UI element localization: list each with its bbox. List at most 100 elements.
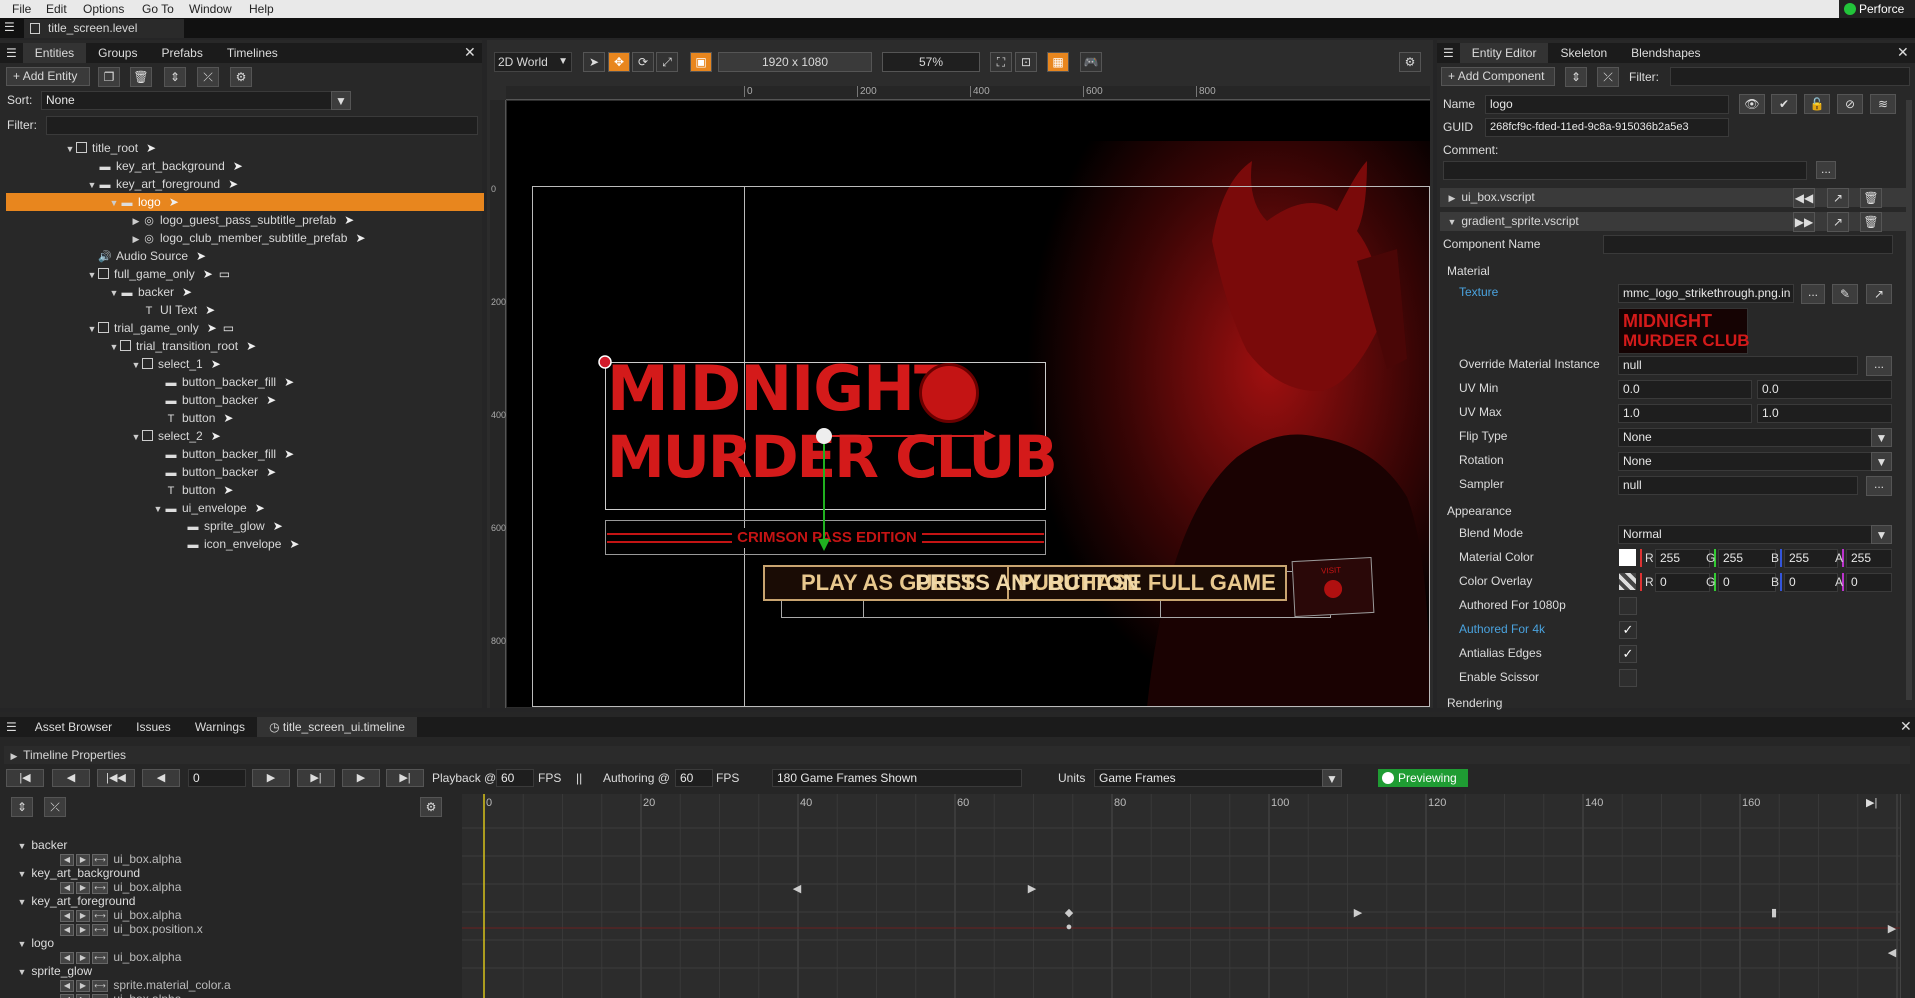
lock-icon[interactable]: 🔓 <box>1804 94 1830 114</box>
navigate-arrow-icon[interactable]: ➤ <box>266 391 276 409</box>
menu-go-to[interactable]: Go To <box>142 2 174 16</box>
rewind-icon[interactable]: ◀◀ <box>1793 188 1815 208</box>
authored-4k-checkbox[interactable]: ✓ <box>1619 621 1637 639</box>
tree-row[interactable]: ▬ button_backer_fill ➤ <box>6 445 484 463</box>
uv-min-y-field[interactable]: 0.0 <box>1757 380 1892 399</box>
chevron-down-icon[interactable]: ▼ <box>1871 452 1892 471</box>
guid-field[interactable]: 268fcf9c-fded-11ed-9c8a-915036b2a5e3 <box>1485 118 1729 137</box>
copy-icon[interactable]: ❐ <box>98 67 120 87</box>
next-frame-icon[interactable]: ▶| <box>297 769 335 787</box>
navigate-arrow-icon[interactable]: ➤ <box>266 463 276 481</box>
enable-scissor-checkbox[interactable] <box>1619 669 1637 687</box>
tab-groups[interactable]: Groups <box>86 43 149 63</box>
authored-1080p-checkbox[interactable] <box>1619 597 1637 615</box>
playback-fps-field[interactable]: 60 <box>496 769 534 787</box>
comment-icon[interactable]: ▭ <box>223 319 234 337</box>
eye-icon[interactable]: 👁 <box>1739 94 1765 114</box>
add-entity-button[interactable]: + Add Entity <box>6 67 90 86</box>
tab-blendshapes[interactable]: Blendshapes <box>1619 43 1712 63</box>
navigate-arrow-icon[interactable]: ➤ <box>223 481 233 499</box>
material-color-r[interactable]: 255 <box>1655 549 1710 568</box>
menu-options[interactable]: Options <box>83 2 124 16</box>
navigate-arrow-icon[interactable]: ➤ <box>169 193 179 211</box>
chevron-down-icon[interactable]: ▼ <box>1871 428 1892 447</box>
material-color-g[interactable]: 255 <box>1718 549 1776 568</box>
close-icon[interactable]: ✕ <box>1900 718 1912 735</box>
expand-collapse-icon[interactable]: ⇕ <box>11 797 33 817</box>
navigate-arrow-icon[interactable]: ➤ <box>255 499 265 517</box>
trash-icon[interactable]: 🗑 <box>1860 188 1882 208</box>
navigate-arrow-icon[interactable]: ➤ <box>146 139 156 157</box>
edit-icon[interactable]: ✎ <box>1832 284 1858 304</box>
flip-type-select[interactable]: None <box>1618 428 1892 447</box>
tab-timelines[interactable]: Timelines <box>215 43 290 63</box>
tab-entities[interactable]: Entities <box>22 43 87 63</box>
tab-skeleton[interactable]: Skeleton <box>1548 43 1619 63</box>
color-overlay-g[interactable]: 0 <box>1718 573 1776 592</box>
tree-row[interactable]: Tbutton ➤ <box>6 481 484 499</box>
texture-label[interactable]: Texture <box>1459 285 1498 299</box>
filter-input[interactable] <box>46 116 478 135</box>
entity-checkbox[interactable] <box>142 430 153 441</box>
tree-row[interactable]: ▼ title_root ➤ <box>6 139 484 157</box>
tab-timeline[interactable]: ◷ title_screen_ui.timeline <box>257 717 417 737</box>
tree-row[interactable]: ▬ button_backer ➤ <box>6 391 484 409</box>
hide-icon[interactable]: ⊘ <box>1837 94 1863 114</box>
layout-icon[interactable]: ▦ <box>1047 52 1069 72</box>
menu-window[interactable]: Window <box>189 2 232 16</box>
expand-collapse-icon[interactable]: ⇕ <box>164 67 186 87</box>
more-button[interactable]: ... <box>1801 284 1825 304</box>
tree-row[interactable]: ▼ ▬ ui_envelope ➤ <box>6 499 484 517</box>
add-component-button[interactable]: + Add Component <box>1441 67 1555 86</box>
navigate-arrow-icon[interactable]: ➤ <box>344 211 354 229</box>
play-icon[interactable]: ▶ <box>252 769 290 787</box>
navigate-arrow-icon[interactable]: ➤ <box>246 337 256 355</box>
fullscreen-icon[interactable]: ⛶ <box>990 52 1012 72</box>
chevron-down-icon[interactable]: ▼ <box>130 356 142 374</box>
navigate-arrow-icon[interactable]: ➤ <box>355 229 365 247</box>
chevron-right-icon[interactable]: ▶ <box>130 212 142 230</box>
tree-row[interactable]: 🔊 Audio Source ➤ <box>6 247 484 265</box>
entity-checkbox[interactable] <box>98 268 109 279</box>
chevron-down-icon[interactable]: ▼ <box>1871 525 1892 544</box>
tab-entity-editor[interactable]: Entity Editor <box>1459 43 1549 63</box>
tree-row[interactable]: ▼ trial_transition_root ➤ <box>6 337 484 355</box>
tree-row[interactable]: ▼ select_1 ➤ <box>6 355 484 373</box>
navigate-arrow-icon[interactable]: ➤ <box>233 157 243 175</box>
menu-file[interactable]: File <box>12 2 31 16</box>
uv-max-y-field[interactable]: 1.0 <box>1757 404 1892 423</box>
tree-row[interactable]: ▼ trial_game_only ➤ ▭ <box>6 319 484 337</box>
chevron-down-icon[interactable]: ▼ <box>64 140 76 158</box>
close-icon[interactable]: ✕ <box>1897 44 1909 61</box>
doc-tab[interactable]: title_screen.level <box>24 19 184 38</box>
open-external-icon[interactable]: ↗ <box>1866 284 1892 304</box>
tab-issues[interactable]: Issues <box>124 717 183 737</box>
navigate-arrow-icon[interactable]: ➤ <box>207 319 217 337</box>
expand-collapse-icon[interactable]: ⇕ <box>1565 67 1587 87</box>
navigate-arrow-icon[interactable]: ➤ <box>223 409 233 427</box>
open-external-icon[interactable]: ↗ <box>1827 188 1849 208</box>
previewing-toggle[interactable]: Previewing <box>1378 769 1468 787</box>
collapse-all-icon[interactable]: ⤫ <box>197 67 219 87</box>
zoom-field[interactable]: 57% <box>882 52 980 72</box>
chevron-down-icon[interactable]: ▼ <box>86 266 98 284</box>
navigate-arrow-icon[interactable]: ➤ <box>284 373 294 391</box>
navigate-arrow-icon[interactable]: ➤ <box>203 265 213 283</box>
step-forward-icon[interactable]: ▶ <box>342 769 380 787</box>
scrollbar[interactable] <box>1906 100 1912 700</box>
navigate-arrow-icon[interactable]: ➤ <box>211 355 221 373</box>
more-button[interactable]: ... <box>1866 476 1892 496</box>
trash-icon[interactable]: 🗑 <box>130 67 152 87</box>
entity-checkbox[interactable] <box>142 358 153 369</box>
timeline-properties-header[interactable]: ▶ Timeline Properties <box>4 746 1910 764</box>
material-color-b[interactable]: 255 <box>1784 549 1838 568</box>
trash-icon[interactable]: 🗑 <box>1860 212 1882 232</box>
open-external-icon[interactable]: ↗ <box>1827 212 1849 232</box>
chevron-down-icon[interactable]: ▼ <box>331 91 351 110</box>
perforce-status[interactable]: Perforce <box>1839 0 1915 18</box>
menu-edit[interactable]: Edit <box>46 2 67 16</box>
navigate-arrow-icon[interactable]: ➤ <box>273 517 283 535</box>
tab-prefabs[interactable]: Prefabs <box>149 43 214 63</box>
entity-checkbox[interactable] <box>120 340 131 351</box>
sort-select[interactable]: None <box>41 91 351 110</box>
